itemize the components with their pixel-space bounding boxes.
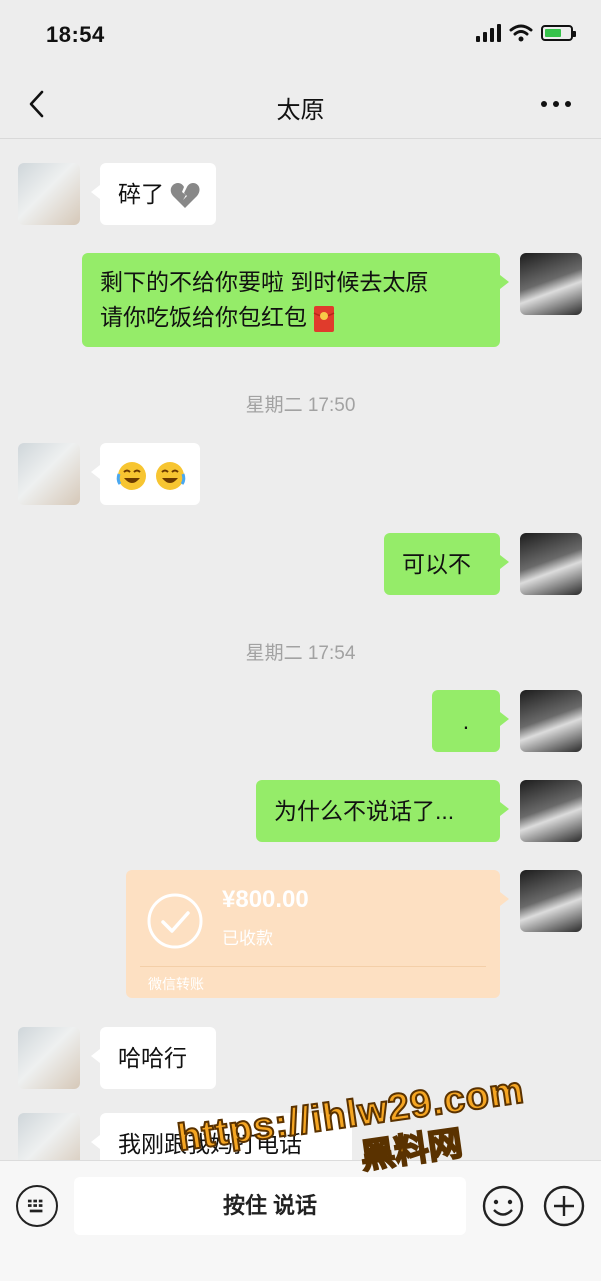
signal-icon bbox=[476, 24, 501, 42]
rolling-laughing-icon bbox=[116, 461, 146, 490]
message-bubble-outgoing[interactable]: 可以不 bbox=[384, 533, 509, 595]
status-bar: 18:54 bbox=[0, 0, 601, 70]
message-bubble-incoming[interactable] bbox=[91, 443, 200, 505]
message-bubble-incoming[interactable]: 碎了 bbox=[90, 163, 217, 225]
message-text: . bbox=[462, 708, 470, 734]
my-avatar[interactable] bbox=[520, 533, 582, 595]
my-avatar[interactable] bbox=[520, 870, 582, 932]
status-time: 18:54 bbox=[46, 22, 105, 47]
message-bubble-outgoing[interactable]: 剩下的不给你要啦 到时候去太原 请你吃饭给你包红包 bbox=[82, 253, 509, 347]
message-bubble-outgoing[interactable]: 为什么不说话了... bbox=[256, 780, 509, 842]
message-bubble-outgoing[interactable]: . bbox=[432, 690, 509, 752]
message-text: 哈哈行 bbox=[118, 1045, 187, 1071]
transfer-status: 已收款 bbox=[222, 929, 273, 948]
nav-bar: 太原 bbox=[0, 70, 601, 139]
emoji-icon[interactable] bbox=[482, 1185, 524, 1227]
timestamp: 星期二 17:54 bbox=[245, 643, 356, 664]
transfer-card[interactable]: ¥800.00 已收款 微信转账 bbox=[126, 870, 509, 998]
contact-avatar[interactable] bbox=[18, 1027, 80, 1089]
contact-avatar[interactable] bbox=[18, 443, 80, 505]
battery-icon bbox=[541, 25, 576, 41]
wifi-icon bbox=[509, 24, 533, 42]
message-text: 碎了 bbox=[118, 181, 164, 207]
message-text-line-2: 请你吃饭给你包红包 bbox=[100, 304, 307, 330]
message-text-line-1: 剩下的不给你要啦 到时候去太原 bbox=[100, 269, 429, 295]
rolling-laughing-icon bbox=[156, 461, 186, 490]
more-icon[interactable] bbox=[539, 94, 573, 114]
my-avatar[interactable] bbox=[520, 780, 582, 842]
contact-avatar[interactable] bbox=[18, 163, 80, 225]
keyboard-icon[interactable] bbox=[16, 1185, 58, 1227]
my-avatar[interactable] bbox=[520, 253, 582, 315]
transfer-amount: ¥800.00 bbox=[222, 886, 309, 913]
message-text: 可以不 bbox=[402, 551, 471, 577]
check-circle-icon bbox=[147, 893, 203, 949]
status-icons bbox=[476, 24, 576, 42]
broken-heart-icon bbox=[171, 182, 200, 208]
divider bbox=[140, 966, 486, 967]
message-text: 为什么不说话了... bbox=[274, 798, 455, 824]
message-bubble-incoming[interactable]: 哈哈行 bbox=[91, 1027, 216, 1089]
red-envelope-icon bbox=[314, 305, 335, 332]
plus-icon[interactable] bbox=[543, 1185, 585, 1227]
timestamp: 星期二 17:50 bbox=[245, 395, 356, 416]
transfer-label: 微信转账 bbox=[148, 976, 204, 992]
my-avatar[interactable] bbox=[520, 690, 582, 752]
chat-title: 太原 bbox=[276, 97, 325, 124]
